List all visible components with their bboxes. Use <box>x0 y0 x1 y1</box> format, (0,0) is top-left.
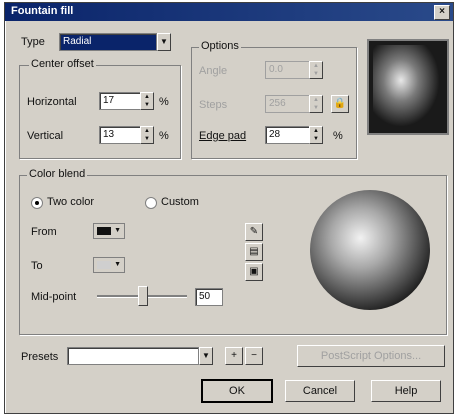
edge-pad-value: 28 <box>269 129 281 140</box>
chevron-down-icon: ▼ <box>114 261 121 268</box>
midpoint-value: 50 <box>199 291 211 302</box>
midpoint-slider-thumb[interactable] <box>138 286 148 306</box>
custom-label: Custom <box>161 196 199 208</box>
fountain-fill-dialog: Fountain fill × Type Radial ▼ Center off… <box>4 2 454 414</box>
midpoint-input[interactable]: 50 <box>195 288 223 306</box>
edge-pad-unit: % <box>333 130 343 142</box>
steps-value: 256 <box>269 98 286 109</box>
edge-pad-label: Edge pad <box>199 130 247 142</box>
to-label: To <box>31 260 43 272</box>
vertical-unit: % <box>159 130 169 142</box>
lock-icon[interactable]: 🔒 <box>331 95 349 113</box>
to-color-button[interactable]: ▼ <box>93 257 125 273</box>
options-label: Options <box>199 40 241 52</box>
vertical-input[interactable]: 13 <box>99 126 143 144</box>
dialog-title: Fountain fill <box>11 5 74 17</box>
presets-label: Presets <box>21 351 59 363</box>
type-dropdown[interactable]: Radial <box>59 33 157 51</box>
remove-preset-button[interactable]: − <box>245 347 263 365</box>
steps-spinner[interactable]: ▲ ▼ <box>309 95 323 113</box>
steps-input[interactable]: 256 <box>265 95 311 113</box>
fill-preview-graphic <box>373 45 443 129</box>
ok-button[interactable]: OK <box>201 379 273 403</box>
angle-value: 0.0 <box>269 64 283 75</box>
vertical-spinner[interactable]: ▲ ▼ <box>140 126 154 144</box>
type-label: Type <box>21 36 45 48</box>
chevron-down-icon[interactable]: ▼ <box>199 347 213 365</box>
chevron-down-icon: ▼ <box>114 227 121 234</box>
from-label: From <box>31 226 57 238</box>
chevron-down-icon[interactable]: ▼ <box>157 33 171 51</box>
help-button[interactable]: Help <box>371 380 441 402</box>
center-offset-label: Center offset <box>29 58 96 70</box>
pencil-icon[interactable]: ✎ <box>245 223 263 241</box>
document-icon[interactable]: ▤ <box>245 243 263 261</box>
midpoint-label: Mid-point <box>31 291 77 303</box>
close-icon[interactable]: × <box>434 5 450 20</box>
horizontal-input[interactable]: 17 <box>99 92 143 110</box>
type-value: Radial <box>63 36 92 47</box>
two-color-radio[interactable] <box>31 197 43 209</box>
fill-preview <box>367 39 449 135</box>
color-blend-label: Color blend <box>27 168 88 180</box>
angle-label: Angle <box>199 65 228 77</box>
from-color-swatch <box>97 227 111 235</box>
palette-icon[interactable]: ▣ <box>245 263 263 281</box>
edge-pad-input[interactable]: 28 <box>265 126 311 144</box>
postscript-options-button[interactable]: PostScript Options... <box>297 345 445 367</box>
blend-sphere-preview <box>310 190 430 310</box>
steps-label: Steps <box>199 99 228 111</box>
horizontal-unit: % <box>159 96 169 108</box>
cancel-button[interactable]: Cancel <box>285 380 355 402</box>
angle-input[interactable]: 0.0 <box>265 61 311 79</box>
from-color-button[interactable]: ▼ <box>93 223 125 239</box>
horizontal-value: 17 <box>103 95 115 106</box>
two-color-label: Two color <box>47 196 95 208</box>
to-color-swatch <box>97 261 111 269</box>
horizontal-spinner[interactable]: ▲ ▼ <box>140 92 154 110</box>
custom-radio[interactable] <box>145 197 157 209</box>
angle-spinner[interactable]: ▲ ▼ <box>309 61 323 79</box>
vertical-label: Vertical <box>27 130 64 142</box>
center-offset-group <box>19 65 181 159</box>
edge-pad-spinner[interactable]: ▲ ▼ <box>309 126 323 144</box>
presets-dropdown[interactable] <box>67 347 199 365</box>
horizontal-label: Horizontal <box>27 96 77 108</box>
vertical-value: 13 <box>103 129 115 140</box>
title-bar: Fountain fill × <box>5 3 453 21</box>
add-preset-button[interactable]: + <box>225 347 243 365</box>
